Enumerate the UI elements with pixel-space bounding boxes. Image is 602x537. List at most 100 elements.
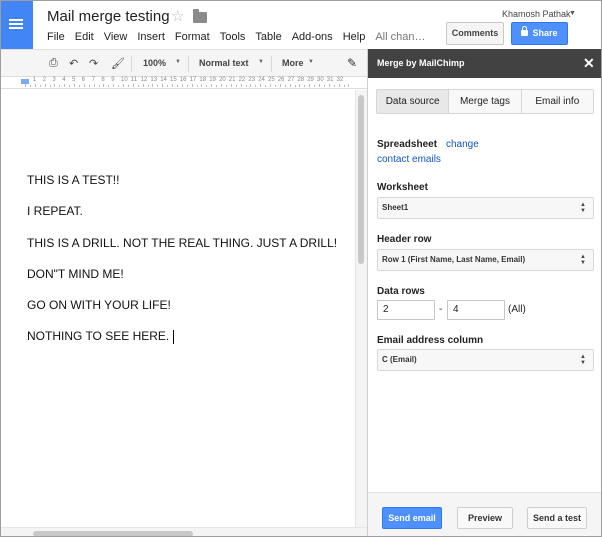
data-rows-to-input[interactable]: 4 — [447, 300, 505, 320]
menu-bar: File Edit View Insert Format Tools Table… — [47, 31, 435, 43]
menu-edit[interactable]: Edit — [75, 31, 94, 43]
ruler-tick — [201, 84, 203, 87]
ruler-tick — [216, 85, 218, 87]
ruler-tick — [299, 84, 301, 87]
menu-insert[interactable]: Insert — [137, 31, 165, 43]
data-rows-from-input[interactable]: 2 — [377, 300, 435, 320]
ruler-tick — [108, 85, 110, 87]
ruler-number: 12 — [140, 77, 148, 83]
ruler-tick — [157, 85, 159, 87]
menu-help[interactable]: Help — [343, 31, 366, 43]
vertical-scroll-thumb[interactable] — [358, 95, 364, 264]
menu-file[interactable]: File — [47, 31, 65, 43]
tab-data-source[interactable]: Data source — [377, 90, 450, 113]
ruler-tick — [147, 85, 149, 87]
ruler-number: 30 — [317, 77, 324, 83]
ruler-tick — [64, 84, 66, 87]
tab-email-info[interactable]: Email info — [521, 90, 593, 113]
document-canvas[interactable]: THIS IS A TEST!! I REPEAT. THIS IS A DRI… — [1, 90, 355, 527]
ruler-number: 4 — [62, 77, 66, 83]
preview-button[interactable]: Preview — [457, 507, 513, 529]
ruler-tick — [127, 85, 129, 87]
sidebar-footer: Send email Preview Send a test — [368, 492, 601, 536]
horizontal-scroll-thumb[interactable] — [33, 531, 193, 536]
chevron-down-icon[interactable]: ▼ — [258, 59, 264, 65]
document-line[interactable]: THIS IS A DRILL. NOT THE REAL THING. JUS… — [27, 236, 337, 250]
user-name[interactable]: Khamosh Pathak — [502, 9, 571, 19]
change-spreadsheet-link[interactable]: change — [446, 139, 479, 150]
close-icon[interactable]: ✕ — [583, 55, 595, 72]
ruler-tick — [265, 85, 267, 87]
more-menu[interactable]: More — [282, 58, 304, 68]
save-status[interactable]: All chan… — [375, 31, 425, 43]
all-rows-link[interactable]: (All) — [508, 304, 526, 315]
ruler-tick — [69, 85, 71, 87]
folder-icon[interactable] — [193, 9, 207, 23]
document-line[interactable]: NOTHING TO SEE HERE. — [27, 329, 175, 344]
worksheet-select[interactable]: Sheet1 ▲ ▼ — [377, 197, 594, 219]
document-line[interactable]: GO ON WITH YOUR LIFE! — [27, 298, 171, 312]
ruler-tick — [328, 84, 330, 87]
docs-logo-icon[interactable] — [1, 1, 33, 49]
menu-format[interactable]: Format — [175, 31, 210, 43]
ruler-number: 6 — [81, 77, 86, 83]
send-email-button[interactable]: Send email — [382, 507, 442, 529]
ruler-tick — [255, 85, 257, 87]
zoom-select[interactable]: 100% — [143, 58, 166, 68]
paragraph-style-select[interactable]: Normal text — [199, 58, 249, 68]
header-row-select[interactable]: Row 1 (First Name, Last Name, Email) ▲ ▼ — [377, 249, 594, 271]
data-rows-label: Data rows — [377, 286, 425, 297]
ruler-tick — [260, 84, 262, 87]
ruler-tick — [294, 85, 296, 87]
pencil-icon[interactable]: ✎ — [347, 56, 357, 70]
document-title[interactable]: Mail merge testing — [47, 8, 170, 25]
ruler-tick — [123, 84, 124, 87]
redo-icon[interactable]: ↷ — [89, 57, 98, 70]
ruler-tick — [319, 84, 320, 87]
ruler-tick — [167, 85, 169, 87]
send-test-button[interactable]: Send a test — [527, 507, 587, 529]
ruler-number: 18 — [199, 77, 207, 83]
ruler-number: 13 — [150, 77, 158, 83]
ruler-tick — [137, 85, 139, 87]
menu-view[interactable]: View — [104, 31, 128, 43]
mailchimp-sidebar: Merge by MailChimp ✕ Data source Merge t… — [367, 49, 601, 536]
ruler-tick — [98, 85, 100, 87]
ruler-tick — [93, 84, 95, 87]
menu-table[interactable]: Table — [255, 31, 281, 43]
ruler-tick — [25, 84, 26, 87]
print-icon[interactable]: ⎙ — [49, 57, 58, 70]
email-column-label: Email address column — [377, 335, 484, 346]
ruler-number: 27 — [287, 77, 295, 83]
select-arrows-icon: ▲ ▼ — [580, 254, 586, 266]
toolbar-divider — [131, 56, 132, 72]
tab-merge-tags[interactable]: Merge tags — [449, 90, 522, 113]
document-line[interactable]: I REPEAT. — [27, 204, 83, 218]
chevron-down-icon[interactable]: ▼ — [308, 59, 314, 65]
comments-button[interactable]: Comments — [446, 22, 504, 45]
ruler-tick — [88, 85, 90, 87]
ruler-number: 7 — [91, 77, 95, 83]
ruler-tick — [172, 84, 173, 87]
ruler-tick — [309, 84, 311, 87]
ruler-tick — [54, 84, 56, 87]
share-button[interactable]: Share — [511, 22, 568, 45]
spreadsheet-name-link[interactable]: contact emails — [377, 154, 441, 165]
ruler-number: 24 — [258, 77, 265, 83]
ruler-tick — [289, 84, 291, 87]
menu-addons[interactable]: Add-ons — [292, 31, 333, 43]
ruler-tick — [74, 84, 75, 87]
ruler-number: 20 — [219, 77, 226, 83]
document-line[interactable]: DON"T MIND ME! — [27, 267, 124, 281]
ruler-tick — [333, 85, 335, 87]
star-icon[interactable]: ☆ — [171, 7, 184, 25]
paint-format-icon[interactable]: 🖌 — [111, 57, 125, 70]
ruler-tick — [59, 85, 61, 87]
menu-tools[interactable]: Tools — [220, 31, 246, 43]
document-line[interactable]: THIS IS A TEST!! — [27, 173, 119, 187]
undo-icon[interactable]: ↶ — [69, 57, 78, 70]
chevron-down-icon[interactable]: ▼ — [175, 59, 181, 65]
chevron-down-icon[interactable]: ▼ — [569, 10, 576, 17]
ruler-tick — [225, 85, 227, 87]
email-column-select[interactable]: C (Email) ▲ ▼ — [377, 349, 594, 371]
